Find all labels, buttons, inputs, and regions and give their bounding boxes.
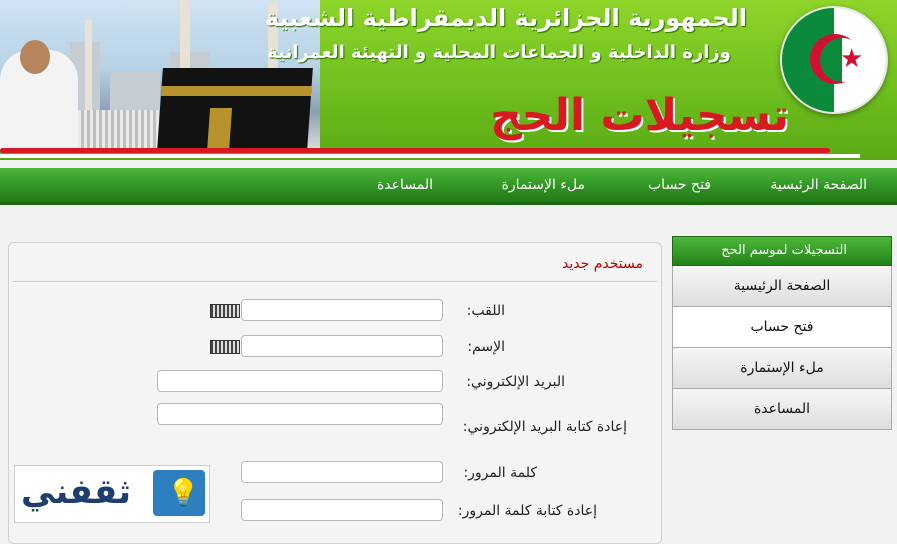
- site-title: تسجيلات الحج: [490, 90, 789, 141]
- keyboard-icon[interactable]: [210, 340, 240, 354]
- nav-fill-form[interactable]: ملء الإستمارة: [502, 177, 585, 193]
- name-input[interactable]: [241, 335, 443, 357]
- password-label: كلمة المرور:: [463, 465, 537, 481]
- email-input[interactable]: [157, 370, 443, 392]
- sidebar-item-home[interactable]: الصفحة الرئيسية: [672, 266, 892, 307]
- watermark-text: ثقفني: [21, 472, 131, 512]
- header-divider: [0, 148, 830, 153]
- sidebar-title: التسجيلات لموسم الحج: [672, 236, 892, 266]
- email-label: البريد الإلكتروني:: [466, 374, 565, 390]
- algeria-flag-icon: ★: [780, 6, 888, 114]
- email-confirm-input[interactable]: [157, 403, 443, 425]
- lightbulb-icon: 💡: [167, 478, 200, 508]
- sidebar-item-fill-form[interactable]: ملء الإستمارة: [672, 348, 892, 389]
- surname-input[interactable]: [241, 299, 443, 321]
- nav-help[interactable]: المساعدة: [377, 177, 433, 193]
- pilgrim-image: [0, 40, 78, 150]
- password-confirm-input[interactable]: [241, 499, 443, 521]
- panel-title: مستخدم جديد: [562, 256, 643, 272]
- sidebar-item-open-account[interactable]: فتح حساب: [672, 307, 892, 348]
- republic-title: الجمهورية الجزائرية الديمقراطية الشعبية: [264, 4, 747, 32]
- ministry-title: وزارة الداخلية و الجماعات المحلية و الته…: [267, 42, 731, 63]
- sidebar: التسجيلات لموسم الحج الصفحة الرئيسية فتح…: [672, 236, 892, 430]
- sidebar-item-help[interactable]: المساعدة: [672, 389, 892, 430]
- kaaba-image: [157, 68, 313, 150]
- header-banner: الجمهورية الجزائرية الديمقراطية الشعبية …: [0, 0, 897, 160]
- email-confirm-label: إعادة كتابة البريد الإلكتروني:: [462, 419, 627, 435]
- surname-label: اللقب:: [466, 303, 505, 319]
- header-divider-white: [0, 154, 860, 158]
- nav-open-account[interactable]: فتح حساب: [648, 177, 711, 193]
- password-confirm-label: إعادة كتابة كلمة المرور:: [457, 503, 597, 519]
- watermark-logo: ثقفني 💡: [14, 465, 210, 523]
- top-nav: الصفحة الرئيسية فتح حساب ملء الإستمارة ا…: [0, 168, 897, 205]
- password-input[interactable]: [241, 461, 443, 483]
- nav-home[interactable]: الصفحة الرئيسية: [770, 177, 867, 193]
- name-label: الإسم:: [467, 339, 505, 355]
- keyboard-icon[interactable]: [210, 304, 240, 318]
